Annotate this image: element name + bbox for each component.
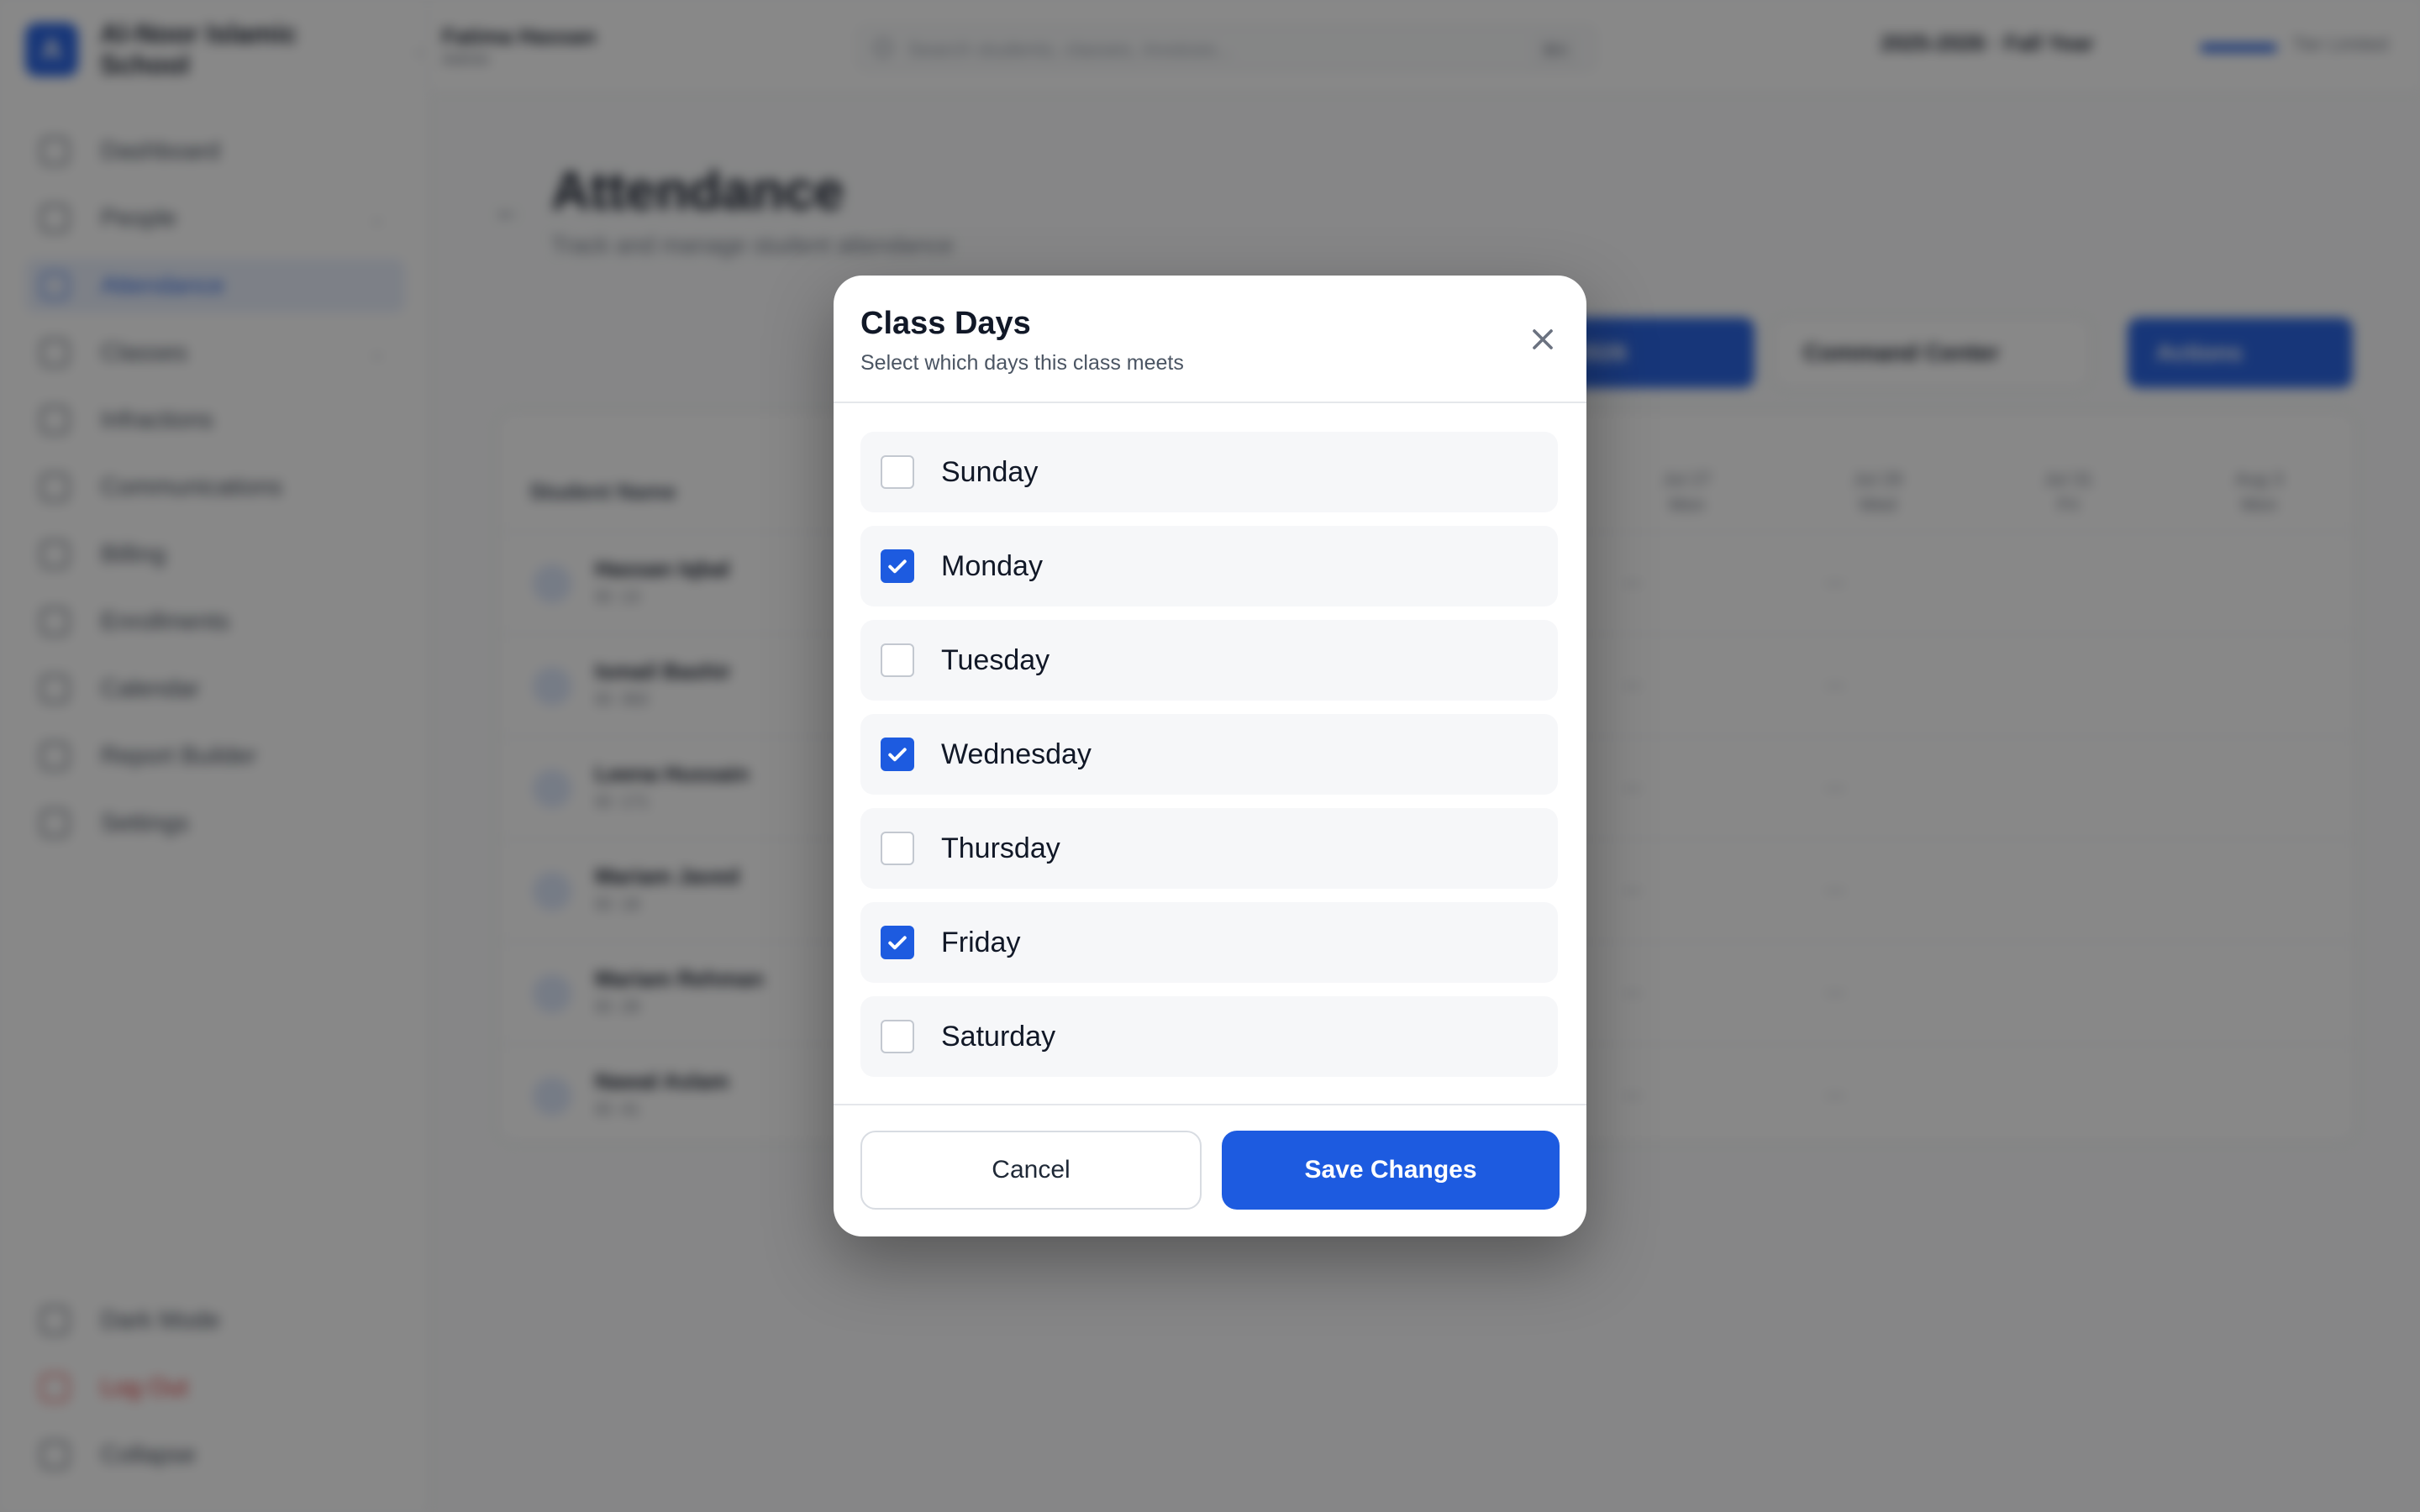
check-icon	[888, 748, 907, 762]
day-label: Thursday	[941, 832, 1060, 864]
day-label: Friday	[941, 926, 1021, 958]
check-icon	[888, 559, 907, 574]
day-label: Tuesday	[941, 643, 1050, 676]
day-option-wednesday[interactable]: Wednesday	[860, 714, 1558, 795]
dialog-title: Class Days	[860, 306, 1031, 341]
dialog-footer: Cancel Save Changes	[834, 1104, 1586, 1236]
checkbox[interactable]	[881, 643, 914, 677]
day-option-friday[interactable]: Friday	[860, 902, 1558, 983]
dialog-subtitle: Select which days this class meets	[860, 351, 1184, 375]
checkbox[interactable]	[881, 1020, 914, 1053]
checkbox[interactable]	[881, 455, 914, 489]
checkbox[interactable]	[881, 832, 914, 865]
day-checkbox-list: Sunday Monday Tuesday Wednesday Thursday…	[860, 432, 1558, 1090]
day-label: Sunday	[941, 455, 1039, 488]
day-option-monday[interactable]: Monday	[860, 526, 1558, 606]
checkbox[interactable]	[881, 549, 914, 583]
cancel-button[interactable]: Cancel	[860, 1131, 1202, 1210]
day-option-tuesday[interactable]: Tuesday	[860, 620, 1558, 701]
dialog-header: Class Days Select which days this class …	[834, 276, 1586, 403]
day-option-sunday[interactable]: Sunday	[860, 432, 1558, 512]
checkbox[interactable]	[881, 926, 914, 959]
close-icon[interactable]	[1526, 323, 1560, 356]
day-option-saturday[interactable]: Saturday	[860, 996, 1558, 1077]
day-label: Saturday	[941, 1020, 1056, 1053]
checkbox[interactable]	[881, 738, 914, 771]
day-option-thursday[interactable]: Thursday	[860, 808, 1558, 889]
class-days-dialog: Class Days Select which days this class …	[834, 276, 1586, 1236]
save-changes-button[interactable]: Save Changes	[1222, 1131, 1560, 1210]
day-label: Wednesday	[941, 738, 1092, 770]
day-label: Monday	[941, 549, 1043, 582]
check-icon	[888, 936, 907, 950]
